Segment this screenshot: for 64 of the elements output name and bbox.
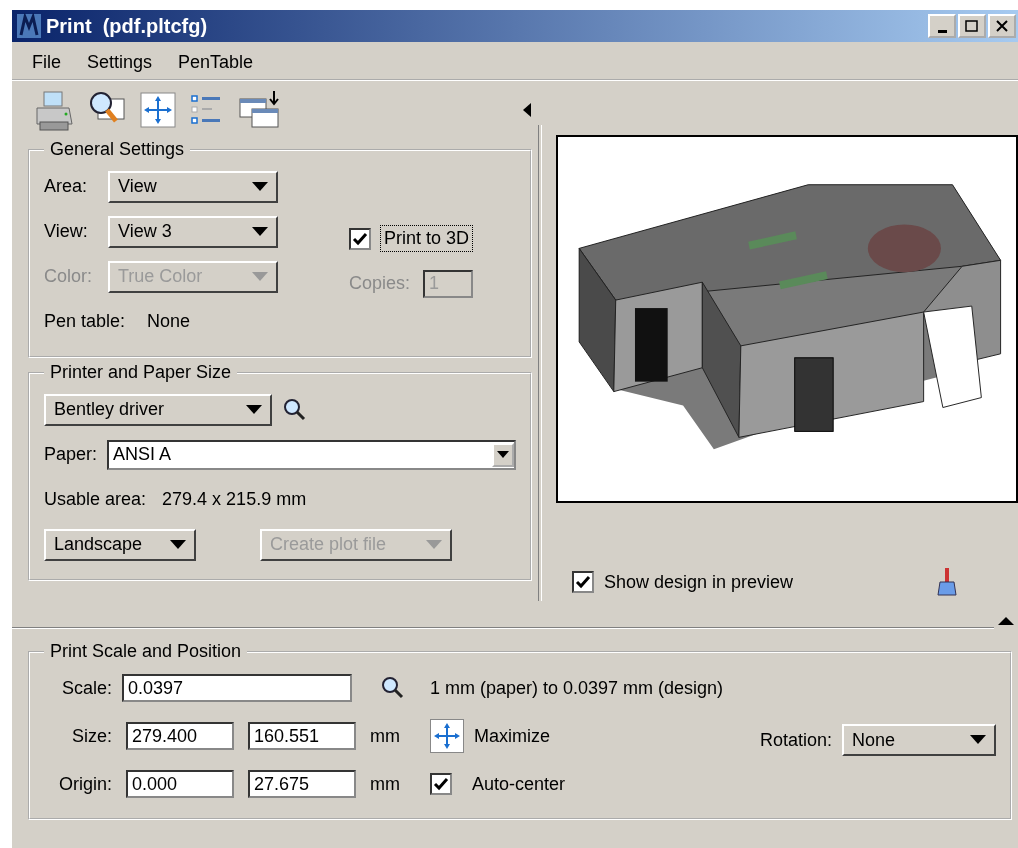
pen-table-value: None [147, 311, 191, 332]
checkbox[interactable] [572, 571, 594, 593]
number-field[interactable]: 279.400 [126, 722, 234, 750]
caret-icon [252, 271, 268, 282]
minimize-icon [937, 29, 947, 33]
group-title: Printer and Paper Size [49, 362, 233, 383]
printer-icon[interactable] [34, 88, 74, 132]
collapse-up-icon[interactable] [998, 616, 1014, 626]
window-title: Print (pdf.pltcfg) [46, 14, 208, 38]
usable-area-value: 279.4 x 215.9 mm [162, 489, 307, 510]
unit-label: mm [370, 773, 400, 795]
group-title: General Settings [49, 139, 186, 160]
minimize-button[interactable] [928, 14, 956, 38]
field-label: Origin: [58, 773, 112, 795]
caret-icon [497, 450, 509, 459]
field-label: Size: [70, 725, 112, 747]
search-icon[interactable] [380, 675, 406, 701]
close-icon [996, 20, 1008, 32]
caret-icon [426, 539, 442, 550]
checkbox-label[interactable]: Show design in preview [604, 571, 794, 593]
field-label: Scale: [60, 677, 112, 699]
field-label: View: [44, 221, 89, 242]
caret-icon [252, 181, 268, 192]
field-label: Copies: [349, 273, 412, 294]
caret-icon [252, 226, 268, 237]
menu-item[interactable]: Settings [87, 52, 153, 73]
dropdown[interactable]: View [108, 170, 278, 203]
menu-item[interactable]: File [32, 52, 61, 73]
app-logo-icon [16, 13, 42, 39]
unit-label: mm [370, 725, 400, 747]
paper-combo-box[interactable]: ANSI A [107, 439, 516, 470]
number-field[interactable]: 27.675 [248, 770, 356, 798]
maximize-label[interactable]: Maximize [474, 725, 550, 747]
field-label: Color: [44, 266, 93, 287]
maximize-button[interactable] [958, 14, 986, 38]
search-icon[interactable] [282, 396, 308, 423]
collapse-left-icon[interactable] [522, 102, 532, 118]
checkbox[interactable] [430, 773, 452, 795]
maximize-icon [965, 20, 979, 32]
scale-field[interactable]: 0.0397 [122, 674, 352, 702]
field-label: Area: [44, 176, 89, 197]
field-label: Usable area: [44, 489, 147, 510]
orientation-dropdown[interactable]: Landscape [44, 528, 196, 561]
caret-icon [170, 539, 186, 550]
caret-icon [970, 735, 986, 745]
checkbox-label[interactable]: Auto-center [472, 773, 566, 795]
checkbox[interactable] [349, 227, 371, 250]
move-arrows-icon[interactable] [140, 92, 176, 128]
paintbrush-icon[interactable] [936, 567, 958, 597]
dropdown[interactable]: View 3 [108, 215, 278, 248]
caret-icon [246, 404, 262, 415]
group-title: Print Scale and Position [49, 641, 243, 662]
field-label: Pen table: [44, 311, 126, 332]
field-label: Rotation: [759, 729, 832, 751]
maximize-icon[interactable] [430, 719, 464, 753]
scale-description: 1 mm (paper) to 0.0397 mm (design) [430, 677, 724, 699]
checkbox-label[interactable]: Print to 3D [381, 226, 473, 251]
number-field[interactable]: 160.551 [248, 722, 356, 750]
number-field[interactable]: 0.000 [126, 770, 234, 798]
menu-item[interactable]: PenTable [178, 52, 254, 73]
field-label: Paper: [44, 444, 98, 465]
rotation-dropdown[interactable]: None [842, 724, 996, 756]
printer-dropdown[interactable]: Bentley driver [44, 393, 272, 426]
close-button[interactable] [988, 14, 1016, 38]
